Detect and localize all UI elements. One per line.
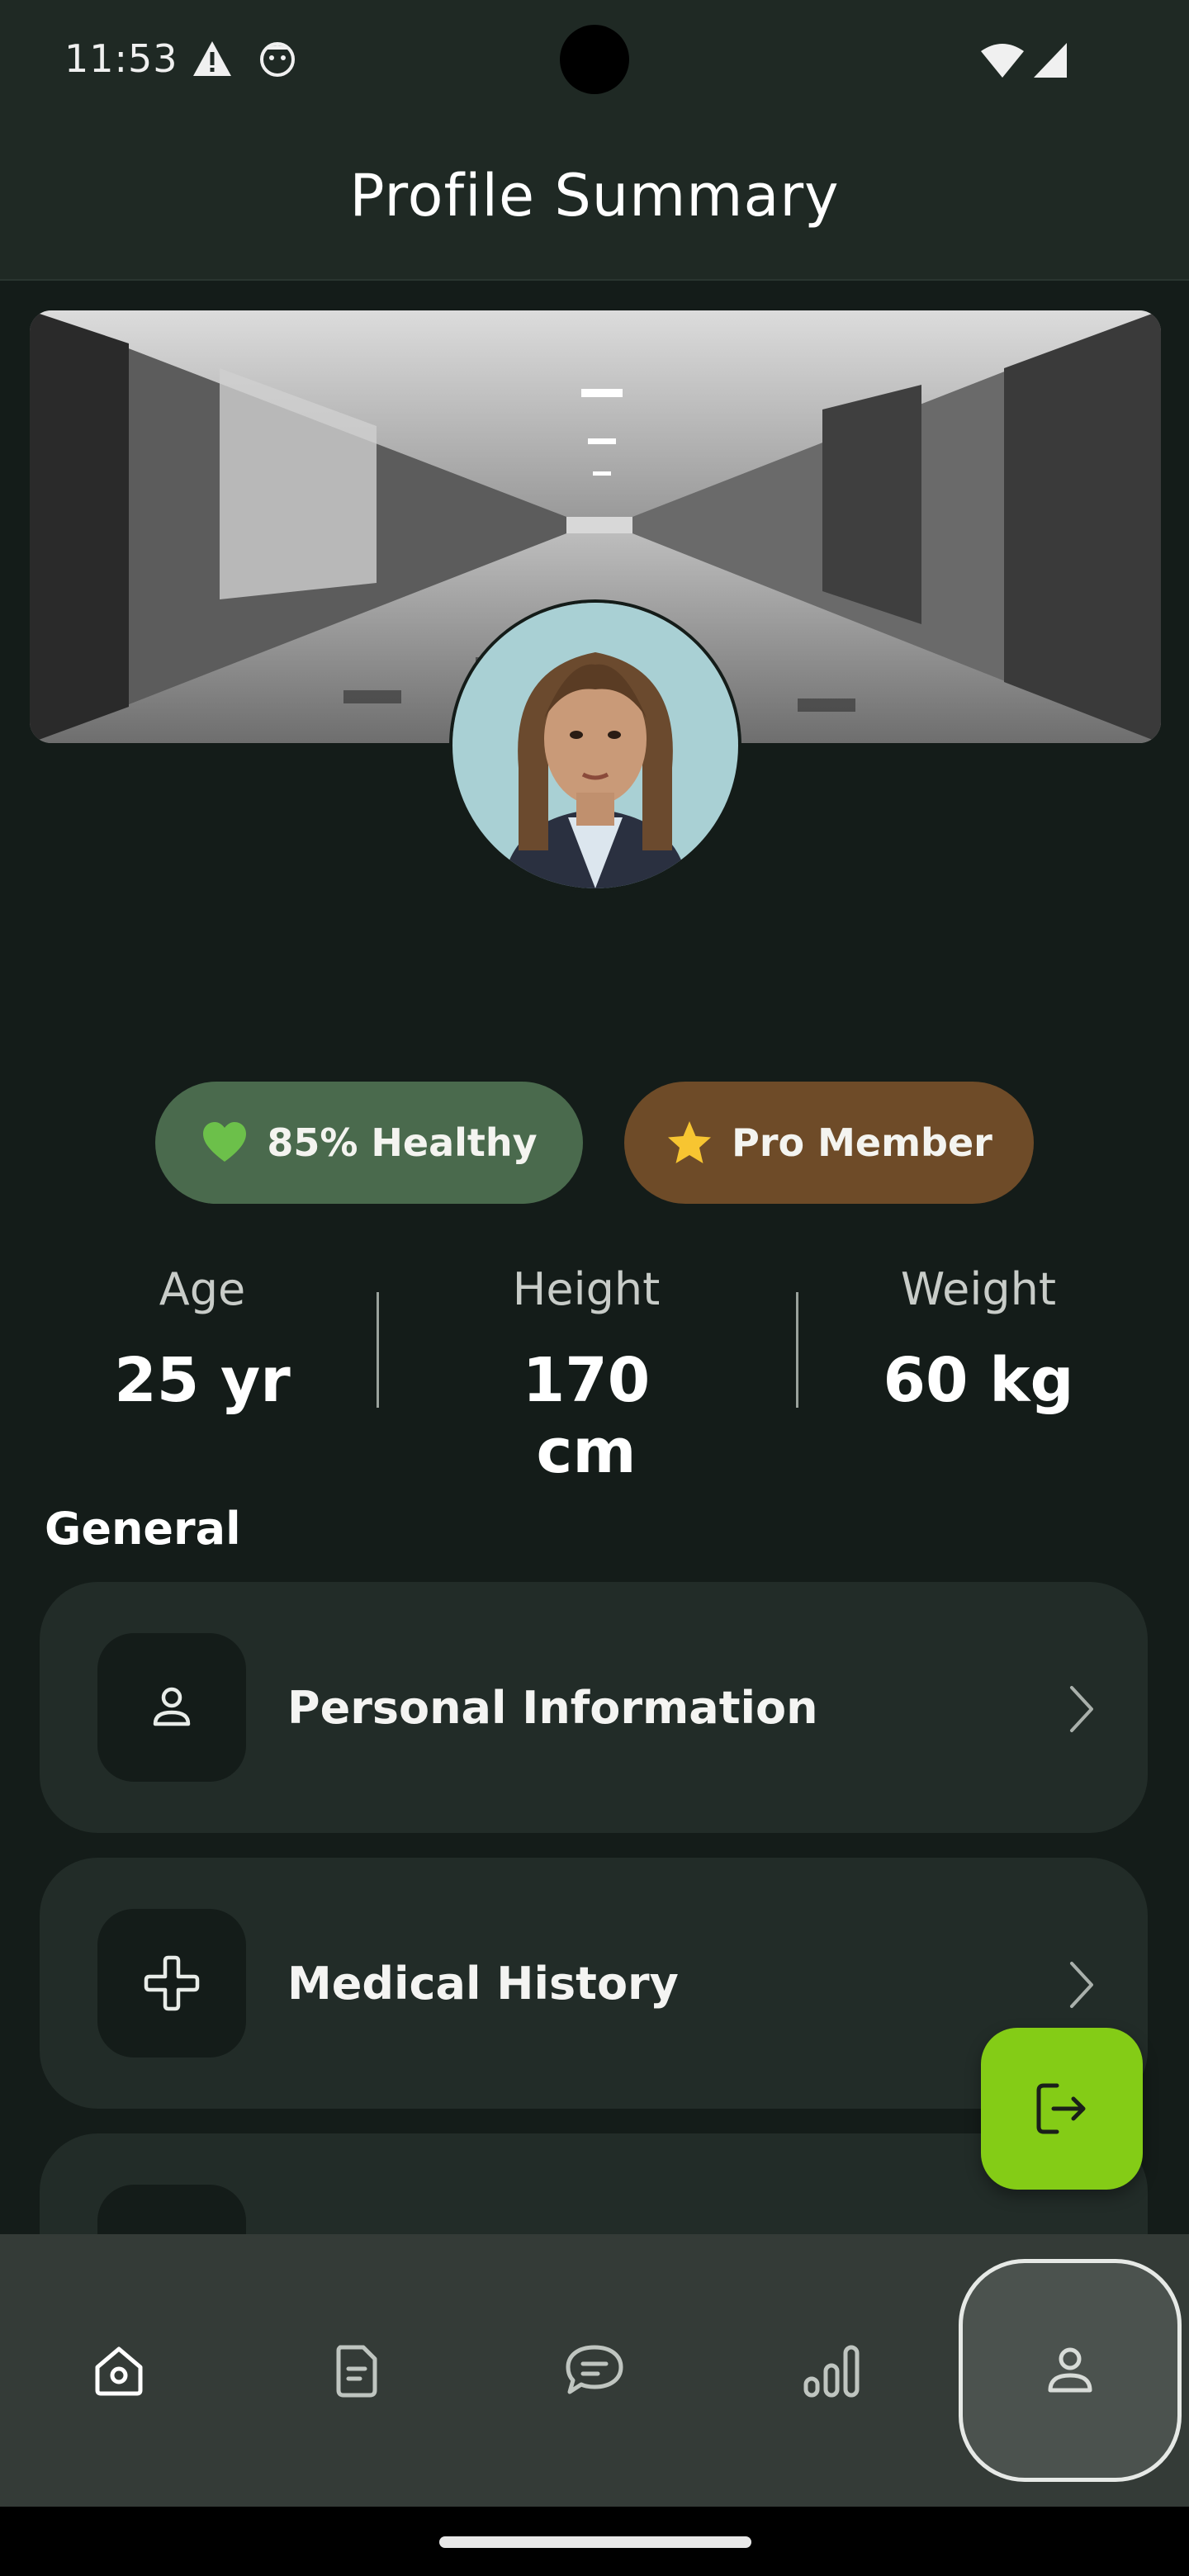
- profile-icon: [1048, 2347, 1092, 2393]
- camera-cutout: [560, 25, 629, 94]
- chat-icon: [566, 2345, 623, 2394]
- stat-weight-label: Weight: [900, 1263, 1057, 1315]
- section-title-general: General: [45, 1503, 241, 1555]
- green-heart-icon: [203, 1122, 247, 1162]
- stat-age-label: Age: [159, 1263, 246, 1315]
- logout-icon: [1036, 2083, 1086, 2134]
- nav-profile[interactable]: [951, 2234, 1189, 2507]
- stat-height-label: Height: [512, 1263, 661, 1315]
- menu-icon-box: [97, 1909, 246, 2057]
- health-badge-label: 85% Healthy: [267, 1120, 538, 1165]
- membership-badge-label: Pro Member: [732, 1120, 992, 1165]
- document-icon: [336, 2345, 377, 2398]
- signal-icon: [1034, 43, 1067, 78]
- stat-age: Age 25 yr: [83, 1263, 322, 1416]
- avatar-portrait: [452, 603, 738, 888]
- nav-profile-active-pill: [959, 2259, 1182, 2482]
- stat-divider: [377, 1292, 379, 1408]
- nav-stats[interactable]: [713, 2234, 951, 2507]
- stat-height: Height 170 cm: [462, 1263, 710, 1487]
- stat-weight-value: 60 kg: [883, 1345, 1074, 1416]
- app-header: Profile Summary: [0, 124, 1189, 281]
- stat-height-value: 170 cm: [522, 1345, 651, 1487]
- wifi-icon: [981, 44, 1024, 78]
- warning-icon: [193, 41, 231, 76]
- notification-face-icon: [260, 42, 295, 77]
- nav-documents[interactable]: [238, 2234, 476, 2507]
- nav-chat[interactable]: [476, 2234, 713, 2507]
- home-icon: [95, 2346, 143, 2396]
- logout-button[interactable]: [981, 2028, 1143, 2190]
- star-icon: [668, 1121, 712, 1163]
- status-time: 11:53: [64, 36, 178, 81]
- stat-divider: [796, 1292, 798, 1408]
- menu-item-label: Personal Information: [287, 1681, 818, 1734]
- bottom-nav: [0, 2234, 1189, 2507]
- menu-item-personal-information[interactable]: Personal Information: [40, 1582, 1148, 1833]
- status-bar: 11:53: [0, 0, 1189, 124]
- page-title: Profile Summary: [349, 162, 840, 230]
- menu-item-label: Medical History: [287, 1957, 679, 2010]
- person-icon: [153, 1687, 191, 1726]
- membership-badge: Pro Member: [624, 1082, 1034, 1204]
- health-badge: 85% Healthy: [155, 1082, 583, 1204]
- chevron-right-icon: [1070, 1962, 1093, 2008]
- avatar[interactable]: [449, 599, 741, 892]
- stats-icon: [803, 2345, 860, 2398]
- stat-age-value: 25 yr: [114, 1345, 291, 1416]
- chevron-right-icon: [1070, 1686, 1093, 1732]
- stat-weight: Weight 60 kg: [859, 1263, 1098, 1416]
- gesture-bar[interactable]: [439, 2536, 751, 2548]
- medical-cross-icon: [144, 1955, 200, 2011]
- menu-icon-box: [97, 1633, 246, 1782]
- nav-home[interactable]: [0, 2234, 238, 2507]
